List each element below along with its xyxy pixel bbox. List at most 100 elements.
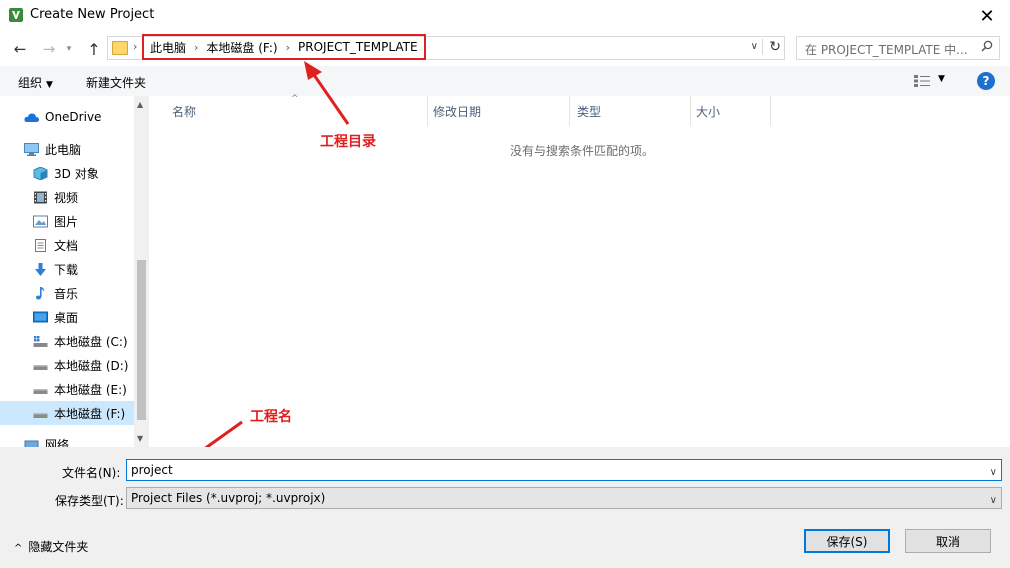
sidebar-item-label: 图片 — [54, 214, 79, 229]
sidebar-item-downloads[interactable]: 下载 — [0, 257, 134, 281]
music-icon — [35, 286, 45, 299]
breadcrumb-drive-f[interactable]: 本地磁盘 (F:) — [206, 39, 277, 56]
sidebar-item-this-pc[interactable]: 此电脑 — [0, 137, 134, 161]
search-input[interactable]: 在 PROJECT_TEMPLATE 中... — [796, 36, 1000, 60]
drive-icon — [33, 364, 48, 370]
sidebar-item-network[interactable]: 网络 — [0, 432, 134, 447]
search-icon[interactable] — [981, 40, 993, 52]
breadcrumb: 此电脑 › 本地磁盘 (F:) › PROJECT_TEMPLATE — [142, 34, 426, 60]
address-dropdown-icon[interactable]: ∨ — [751, 41, 758, 52]
column-header-type[interactable]: 类型 — [577, 96, 601, 126]
column-divider[interactable] — [569, 96, 570, 126]
sidebar-item-label: 3D 对象 — [54, 166, 99, 181]
annotation-project-name: 工程名 — [250, 409, 292, 425]
annotation-project-directory: 工程目录 — [320, 134, 376, 150]
new-folder-button[interactable]: 新建文件夹 — [86, 74, 146, 91]
sidebar-item-onedrive[interactable]: OneDrive — [0, 105, 134, 129]
sort-ascending-icon: ^ — [291, 94, 299, 104]
sidebar-item-pictures[interactable]: 图片 — [0, 209, 134, 233]
sidebar-item-label: 本地磁盘 (F:) — [54, 406, 126, 421]
file-list: ^ 名称 修改日期 类型 大小 没有与搜索条件匹配的项。 — [150, 94, 1010, 447]
scroll-up-icon[interactable]: ▲ — [137, 100, 143, 109]
hide-folders-label: 隐藏文件夹 — [28, 540, 89, 554]
up-button[interactable]: ↑ — [83, 38, 105, 60]
breadcrumb-project-template[interactable]: PROJECT_TEMPLATE — [298, 40, 418, 54]
empty-message: 没有与搜索条件匹配的项。 — [510, 144, 655, 158]
sidebar-item-3d-objects[interactable]: 3D 对象 — [0, 161, 134, 185]
view-caret-icon[interactable]: ▼ — [938, 74, 945, 84]
download-icon — [35, 262, 46, 276]
recent-locations-button[interactable]: ▾ — [62, 38, 76, 60]
view-options-icon[interactable] — [914, 75, 930, 87]
sidebar-item-label: OneDrive — [45, 110, 102, 124]
column-header-modified[interactable]: 修改日期 — [433, 96, 481, 126]
sidebar-scrollbar[interactable]: ▲ ▼ — [134, 96, 149, 447]
cancel-button[interactable]: 取消 — [905, 529, 991, 553]
column-divider[interactable] — [770, 96, 771, 126]
create-project-dialog: Create New Project ✕ ← → ▾ ↑ › 此电脑 › 本地磁… — [0, 0, 1010, 568]
cube-icon — [33, 166, 48, 180]
save-form-panel: 文件名(N): project ∨ 保存类型(T): Project Files… — [0, 447, 1010, 568]
document-icon — [35, 238, 46, 252]
sidebar-item-music[interactable]: 音乐 — [0, 281, 134, 305]
drive-c-icon — [33, 335, 48, 347]
sidebar-item-drive-c[interactable]: 本地磁盘 (C:) — [0, 329, 134, 353]
help-icon[interactable]: ? — [977, 72, 995, 90]
sidebar-item-label: 视频 — [54, 190, 79, 205]
filetype-select[interactable]: Project Files (*.uvproj; *.uvprojx) ∨ — [126, 487, 1002, 509]
sidebar-item-drive-d[interactable]: 本地磁盘 (D:) — [0, 353, 134, 377]
network-icon — [24, 440, 39, 447]
drive-icon — [33, 388, 48, 394]
filetype-dropdown-icon[interactable]: ∨ — [990, 491, 997, 511]
address-row: ← → ▾ ↑ › 此电脑 › 本地磁盘 (F:) › PROJECT_TEMP… — [0, 32, 1010, 66]
address-bar[interactable]: › 此电脑 › 本地磁盘 (F:) › PROJECT_TEMPLATE ∨ ↻ — [107, 34, 785, 60]
column-divider[interactable] — [427, 96, 428, 126]
column-divider[interactable] — [690, 96, 691, 126]
sidebar-item-label: 文档 — [54, 238, 79, 253]
breadcrumb-this-pc[interactable]: 此电脑 — [150, 39, 186, 56]
film-icon — [34, 191, 47, 203]
organize-label: 组织 — [18, 76, 43, 90]
window-title: Create New Project — [30, 7, 155, 22]
forward-button[interactable]: → — [38, 38, 60, 60]
sidebar-item-documents[interactable]: 文档 — [0, 233, 134, 257]
filename-value: project — [131, 463, 173, 477]
save-button[interactable]: 保存(S) — [804, 529, 890, 553]
filename-input[interactable]: project ∨ — [126, 459, 1002, 481]
sidebar-item-label: 此电脑 — [45, 142, 82, 157]
close-button[interactable]: ✕ — [964, 0, 1010, 32]
sidebar-item-label: 本地磁盘 (E:) — [54, 382, 127, 397]
title-bar: Create New Project ✕ — [0, 0, 1010, 32]
sidebar-item-label: 下载 — [54, 262, 79, 277]
breadcrumb-separator[interactable]: › — [194, 41, 198, 54]
computer-icon — [24, 142, 39, 156]
sidebar-item-desktop[interactable]: 桌面 — [0, 305, 134, 329]
column-header-name[interactable]: 名称 — [172, 96, 196, 126]
sidebar-item-drive-e[interactable]: 本地磁盘 (E:) — [0, 377, 134, 401]
desktop-icon — [33, 311, 48, 322]
back-button[interactable]: ← — [9, 38, 31, 60]
sidebar-item-videos[interactable]: 视频 — [0, 185, 134, 209]
breadcrumb-root-arrow[interactable]: › — [133, 40, 137, 53]
sidebar-item-label: 网络 — [45, 437, 70, 448]
folder-icon — [112, 41, 128, 55]
filename-label: 文件名(N): — [62, 466, 121, 480]
breadcrumb-separator[interactable]: › — [286, 41, 290, 54]
sidebar-item-label: 本地磁盘 (D:) — [54, 358, 129, 373]
filetype-value: Project Files (*.uvproj; *.uvprojx) — [131, 491, 326, 505]
cloud-icon — [24, 113, 39, 122]
refresh-icon[interactable]: ↻ — [762, 39, 781, 55]
hide-folders-caret-icon: ^ — [14, 543, 23, 554]
scrollbar-thumb[interactable] — [137, 260, 146, 420]
scroll-down-icon[interactable]: ▼ — [137, 434, 143, 443]
sidebar-item-drive-f[interactable]: 本地磁盘 (F:) — [0, 401, 134, 425]
drive-icon — [33, 412, 48, 418]
column-header-size[interactable]: 大小 — [696, 96, 720, 126]
hide-folders-toggle[interactable]: ^ 隐藏文件夹 — [14, 538, 88, 555]
sidebar-item-label: 桌面 — [54, 310, 79, 325]
navigation-pane: OneDrive 此电脑 3D 对象 视频 图片 文档 下载 音乐 桌面 本地磁… — [0, 96, 149, 447]
filetype-label: 保存类型(T): — [55, 494, 124, 508]
organize-button[interactable]: 组织 ▼ — [18, 74, 53, 91]
filename-dropdown-icon[interactable]: ∨ — [990, 463, 997, 483]
sidebar-item-label: 音乐 — [54, 286, 79, 301]
